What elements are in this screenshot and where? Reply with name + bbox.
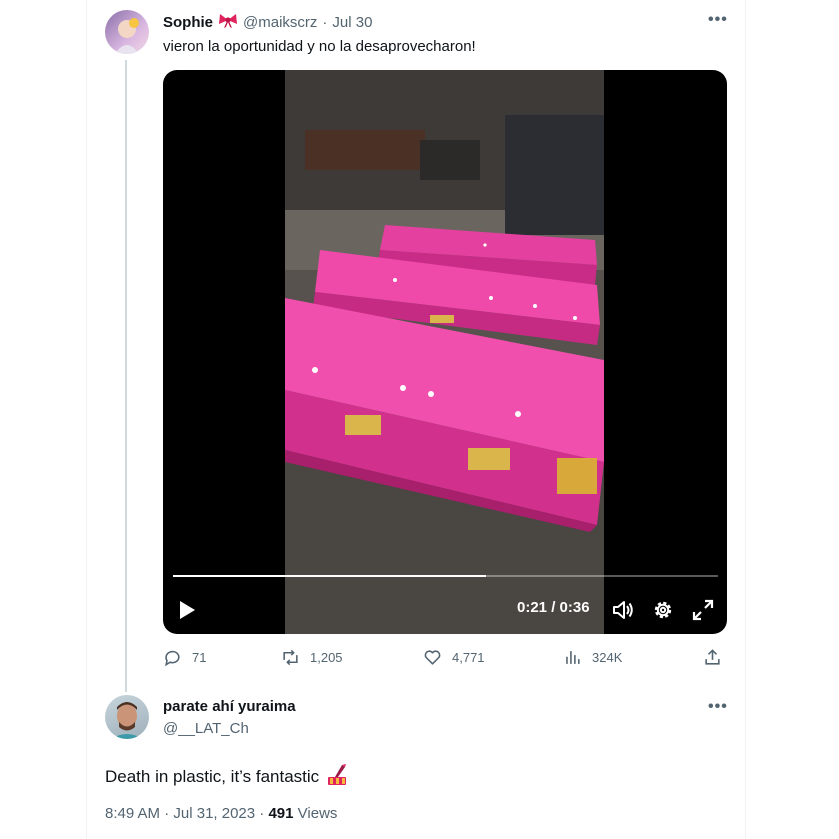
video-frame (285, 70, 604, 634)
share-icon (705, 649, 720, 665)
video-time: 0:21 / 0:36 (517, 599, 590, 616)
heart-icon (424, 650, 441, 665)
bow-emoji-icon (218, 12, 238, 33)
progress-bar[interactable] (173, 575, 718, 577)
volume-button[interactable] (612, 599, 634, 626)
like-button[interactable]: 4,771 (423, 648, 485, 667)
settings-button[interactable] (652, 599, 674, 626)
separator: · (259, 805, 265, 822)
video-thumbnail (285, 70, 604, 634)
reply-display-name[interactable]: parate ahí yuraima (163, 698, 296, 715)
action-bar: 71 1,205 4,771 324K (163, 648, 727, 672)
gear-icon (654, 601, 672, 619)
share-button[interactable] (703, 648, 722, 667)
like-count: 4,771 (452, 650, 485, 665)
avatar-image (111, 702, 143, 739)
reply-meta: 8:49 AM · Jul 31, 2023 · 491 Views (105, 805, 337, 822)
fullscreen-icon (692, 599, 714, 621)
repost-button[interactable]: 1,205 (281, 648, 343, 667)
reply-views-count: 491 (268, 805, 294, 822)
reply-handle[interactable]: @__LAT_Ch (163, 720, 249, 737)
reply-date[interactable]: Jul 31, 2023 (173, 805, 255, 822)
display-name[interactable]: Sophie (163, 14, 213, 31)
repost-count: 1,205 (310, 650, 343, 665)
repost-icon (283, 649, 298, 666)
reply-icon (165, 650, 180, 667)
avatar-image (115, 18, 139, 54)
separator: · (164, 805, 170, 822)
volume-icon (613, 601, 633, 619)
progress-fill (173, 575, 487, 577)
avatar[interactable] (105, 10, 149, 54)
analytics-icon (566, 651, 580, 664)
separator: · (322, 14, 328, 31)
reply-button[interactable]: 71 (163, 648, 206, 667)
video-player[interactable]: 0:21 / 0:36 (163, 70, 727, 634)
avatar[interactable] (105, 695, 149, 739)
tweet-date[interactable]: Jul 30 (332, 14, 372, 31)
reply-text: Death in plastic, it’s fantastic (105, 766, 320, 786)
play-button[interactable] (177, 600, 197, 625)
more-options-icon[interactable]: ••• (708, 11, 728, 29)
view-count: 324K (592, 650, 623, 665)
reply-views-label: Views (297, 805, 338, 822)
more-options-icon[interactable]: ••• (708, 698, 728, 716)
reply-time[interactable]: 8:49 AM (105, 805, 160, 822)
views-button[interactable]: 324K (563, 648, 622, 667)
play-icon (180, 601, 195, 619)
handle[interactable]: @maikscrz (243, 14, 317, 31)
lipstick-emoji-icon (325, 762, 349, 791)
tweet-header: Sophie @maikscrz · Jul 30 (163, 12, 372, 33)
tweet-text: vieron la oportunidad y no la desaprovec… (163, 38, 476, 55)
thread-line (125, 60, 127, 692)
fullscreen-button[interactable] (692, 599, 714, 626)
reply-count: 71 (192, 650, 207, 665)
reply-body: Death in plastic, it’s fantastic (105, 762, 349, 791)
